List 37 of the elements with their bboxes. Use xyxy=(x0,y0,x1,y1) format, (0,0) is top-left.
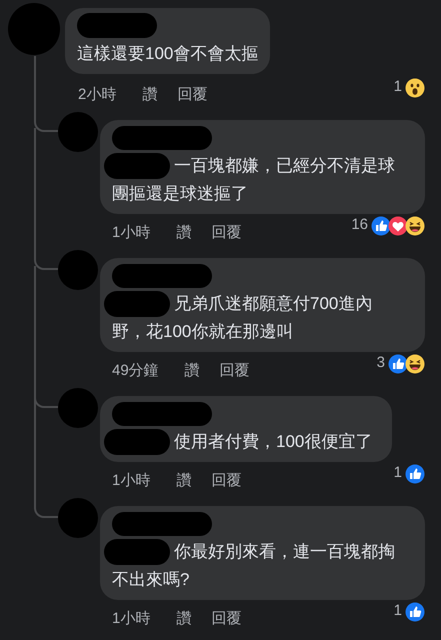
reaction-count: 16 xyxy=(351,216,368,234)
reaction-count: 1 xyxy=(394,464,402,482)
laughing-face-icon xyxy=(405,216,425,236)
avatar[interactable] xyxy=(58,498,98,538)
comment-text: 使用者付費，100很便宜了 xyxy=(173,431,372,453)
timestamp: 1小時 xyxy=(112,609,150,629)
like-link[interactable]: 讚 xyxy=(176,222,192,244)
comment-text: 你最好別來看，連一百塊都掏不出來嗎? xyxy=(112,541,396,591)
reaction-count: 1 xyxy=(394,78,402,96)
avatar[interactable] xyxy=(58,388,98,428)
reaction-count: 1 xyxy=(394,602,402,620)
reaction-count: 3 xyxy=(376,354,385,372)
thumbs-up-icon xyxy=(405,464,425,484)
like-link[interactable]: 讚 xyxy=(176,608,192,630)
thumbs-up-icon xyxy=(405,602,425,622)
comment-text: 一百塊都嫌，已經分不清是球團摳還是球迷摳了 xyxy=(112,155,396,205)
timestamp: 1小時 xyxy=(112,223,150,243)
avatar[interactable] xyxy=(58,250,98,290)
like-link[interactable]: 讚 xyxy=(142,84,158,106)
reply-link[interactable]: 回覆 xyxy=(211,608,242,630)
reply-link[interactable]: 回覆 xyxy=(220,360,250,382)
timestamp: 1小時 xyxy=(112,471,150,491)
comment-text: 兄弟爪迷都願意付700進內野，花100你就在那邊叫 xyxy=(112,293,374,343)
timestamp: 49分鐘 xyxy=(112,361,159,381)
comment-text: 這樣還要100會不會太摳 xyxy=(77,43,258,65)
like-link[interactable]: 讚 xyxy=(176,470,192,492)
thumbs-up-icon xyxy=(388,354,408,374)
avatar[interactable] xyxy=(8,3,60,55)
laughing-face-icon xyxy=(405,354,425,374)
reply-link[interactable]: 回覆 xyxy=(177,84,208,106)
avatar[interactable] xyxy=(58,112,98,152)
timestamp: 2小時 xyxy=(78,85,116,105)
surprised-face-icon xyxy=(405,78,425,98)
like-link[interactable]: 讚 xyxy=(184,360,200,382)
reply-link[interactable]: 回覆 xyxy=(211,222,242,244)
thumbs-up-icon xyxy=(371,216,391,236)
reply-link[interactable]: 回覆 xyxy=(211,470,242,492)
